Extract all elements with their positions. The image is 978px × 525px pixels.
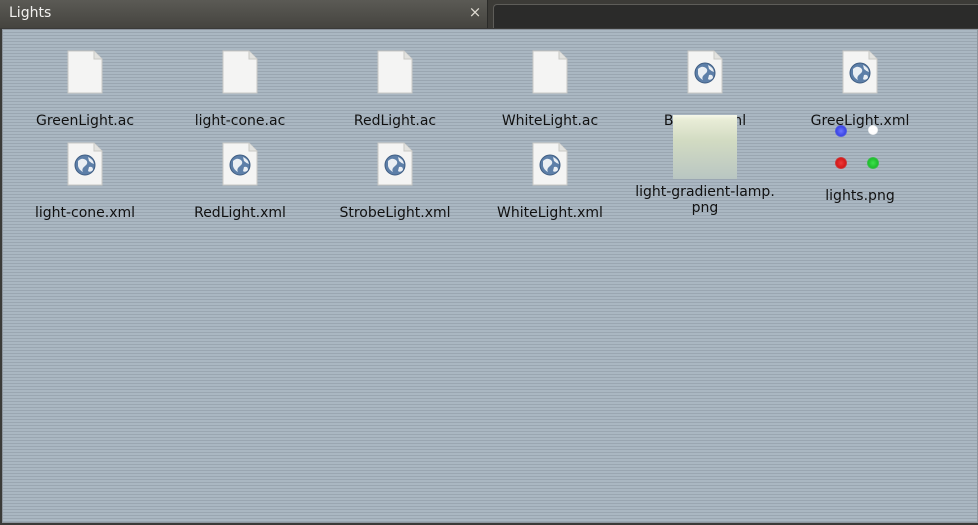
file-view[interactable]: GreenLight.ac light-cone.ac RedLight.ac … — [2, 29, 978, 523]
file-item-redlight-ac[interactable]: RedLight.ac — [320, 40, 470, 129]
file-name: light-cone.xml — [34, 205, 136, 221]
file-name: RedLight.ac — [353, 113, 437, 129]
file-item-light-gradient-lamp-png[interactable]: light-gradient-lamp. png — [630, 115, 780, 216]
empty-tab-area[interactable] — [493, 4, 978, 28]
file-item-whitelight-ac[interactable]: WhiteLight.ac — [475, 40, 625, 129]
xml-globe-icon — [630, 40, 780, 104]
red-light-dot — [835, 157, 847, 169]
file-item-greenlight-ac[interactable]: GreenLight.ac — [10, 40, 160, 129]
lights-thumbnail — [785, 115, 935, 179]
file-item-whitelight-xml[interactable]: WhiteLight.xml — [475, 132, 625, 221]
gradient-lamp-image — [673, 115, 737, 179]
file-name: RedLight.xml — [194, 205, 286, 221]
document-icon — [320, 40, 470, 104]
file-item-light-cone-xml[interactable]: light-cone.xml — [10, 132, 160, 221]
tab-lights[interactable]: Lights × — [0, 0, 488, 28]
xml-globe-icon — [785, 40, 935, 104]
file-item-lights-png[interactable]: lights.png — [785, 115, 935, 204]
white-light-dot — [868, 125, 878, 135]
xml-globe-icon — [165, 132, 315, 196]
xml-globe-icon — [320, 132, 470, 196]
tab-title: Lights — [9, 5, 52, 21]
green-light-dot — [867, 157, 879, 169]
tab-bar: Lights × — [0, 0, 978, 28]
file-name: StrobeLight.xml — [339, 205, 451, 221]
file-name: lights.png — [825, 188, 895, 204]
document-icon — [165, 40, 315, 104]
xml-globe-icon — [10, 132, 160, 196]
blue-light-dot — [835, 125, 847, 137]
gradient-thumbnail — [630, 115, 780, 179]
file-item-strobelight-xml[interactable]: StrobeLight.xml — [320, 132, 470, 221]
document-icon — [10, 40, 160, 104]
lights-image — [828, 115, 892, 179]
file-item-redlight-xml[interactable]: RedLight.xml — [165, 132, 315, 221]
file-name: light-cone.ac — [194, 113, 286, 129]
xml-globe-icon — [475, 132, 625, 196]
close-icon[interactable]: × — [466, 3, 484, 21]
file-name: WhiteLight.xml — [497, 205, 603, 221]
file-name: light-gradient-lamp. png — [635, 184, 775, 216]
file-name: GreenLight.ac — [35, 113, 135, 129]
file-name: WhiteLight.ac — [501, 113, 599, 129]
file-item-light-cone-ac[interactable]: light-cone.ac — [165, 40, 315, 129]
document-icon — [475, 40, 625, 104]
